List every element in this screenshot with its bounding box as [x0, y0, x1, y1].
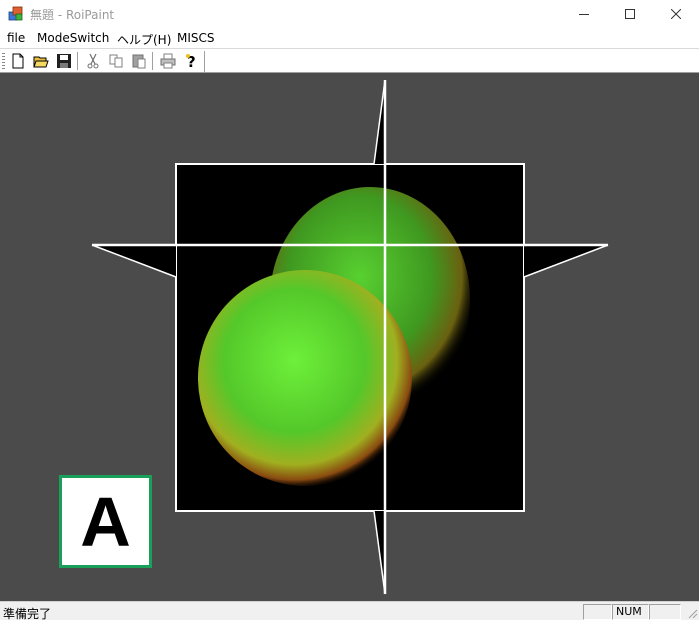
menu-bar: file ModeSwitch ヘルプ(H) MISCS [0, 28, 699, 48]
maximize-button[interactable] [607, 0, 653, 28]
save-button[interactable] [55, 52, 73, 70]
menu-modeswitch[interactable]: ModeSwitch [37, 31, 109, 45]
copy-button[interactable] [107, 52, 125, 70]
toolbar-separator [152, 52, 154, 70]
open-folder-icon [33, 56, 49, 68]
menu-miscs[interactable]: MISCS [177, 31, 215, 45]
status-pane-scrl [649, 604, 681, 620]
minimize-button[interactable] [561, 0, 607, 28]
close-icon [671, 9, 681, 19]
view-label: A [80, 482, 131, 561]
cut-button[interactable] [84, 52, 102, 70]
toolbar-grip[interactable] [2, 53, 5, 69]
paint-canvas[interactable]: A [0, 73, 699, 601]
menu-file[interactable]: file [7, 31, 25, 45]
close-button[interactable] [653, 0, 699, 28]
paste-button[interactable] [130, 52, 148, 70]
window-title: 無題 - RoiPaint [30, 8, 115, 22]
front-sphere [198, 270, 412, 486]
maximize-icon [625, 9, 635, 19]
paste-icon [132, 54, 146, 69]
status-pane-caps [583, 604, 612, 620]
cut-icon [87, 53, 99, 69]
status-text: 準備完了 [3, 607, 52, 621]
help-button[interactable]: ? [182, 52, 200, 70]
help-icon: ? [186, 53, 196, 69]
new-file-button[interactable] [9, 52, 27, 70]
toolbar-separator [77, 52, 79, 70]
save-icon [57, 54, 71, 68]
new-file-icon [12, 53, 24, 69]
copy-icon [109, 54, 123, 68]
resize-grip-icon[interactable] [686, 607, 698, 619]
toolbar: ? [0, 48, 699, 73]
title-bar: 無題 - RoiPaint [0, 0, 699, 28]
status-bar: 準備完了 NUM [0, 601, 699, 621]
print-icon [160, 53, 176, 69]
open-button[interactable] [32, 52, 50, 70]
status-pane-num: NUM [612, 604, 649, 620]
toolbar-end-line [204, 51, 205, 72]
menu-help[interactable]: ヘルプ(H) [117, 31, 171, 48]
view-label-box: A [59, 475, 152, 568]
print-button[interactable] [159, 52, 177, 70]
minimize-icon [579, 14, 589, 15]
paint-app-icon[interactable] [8, 5, 24, 21]
